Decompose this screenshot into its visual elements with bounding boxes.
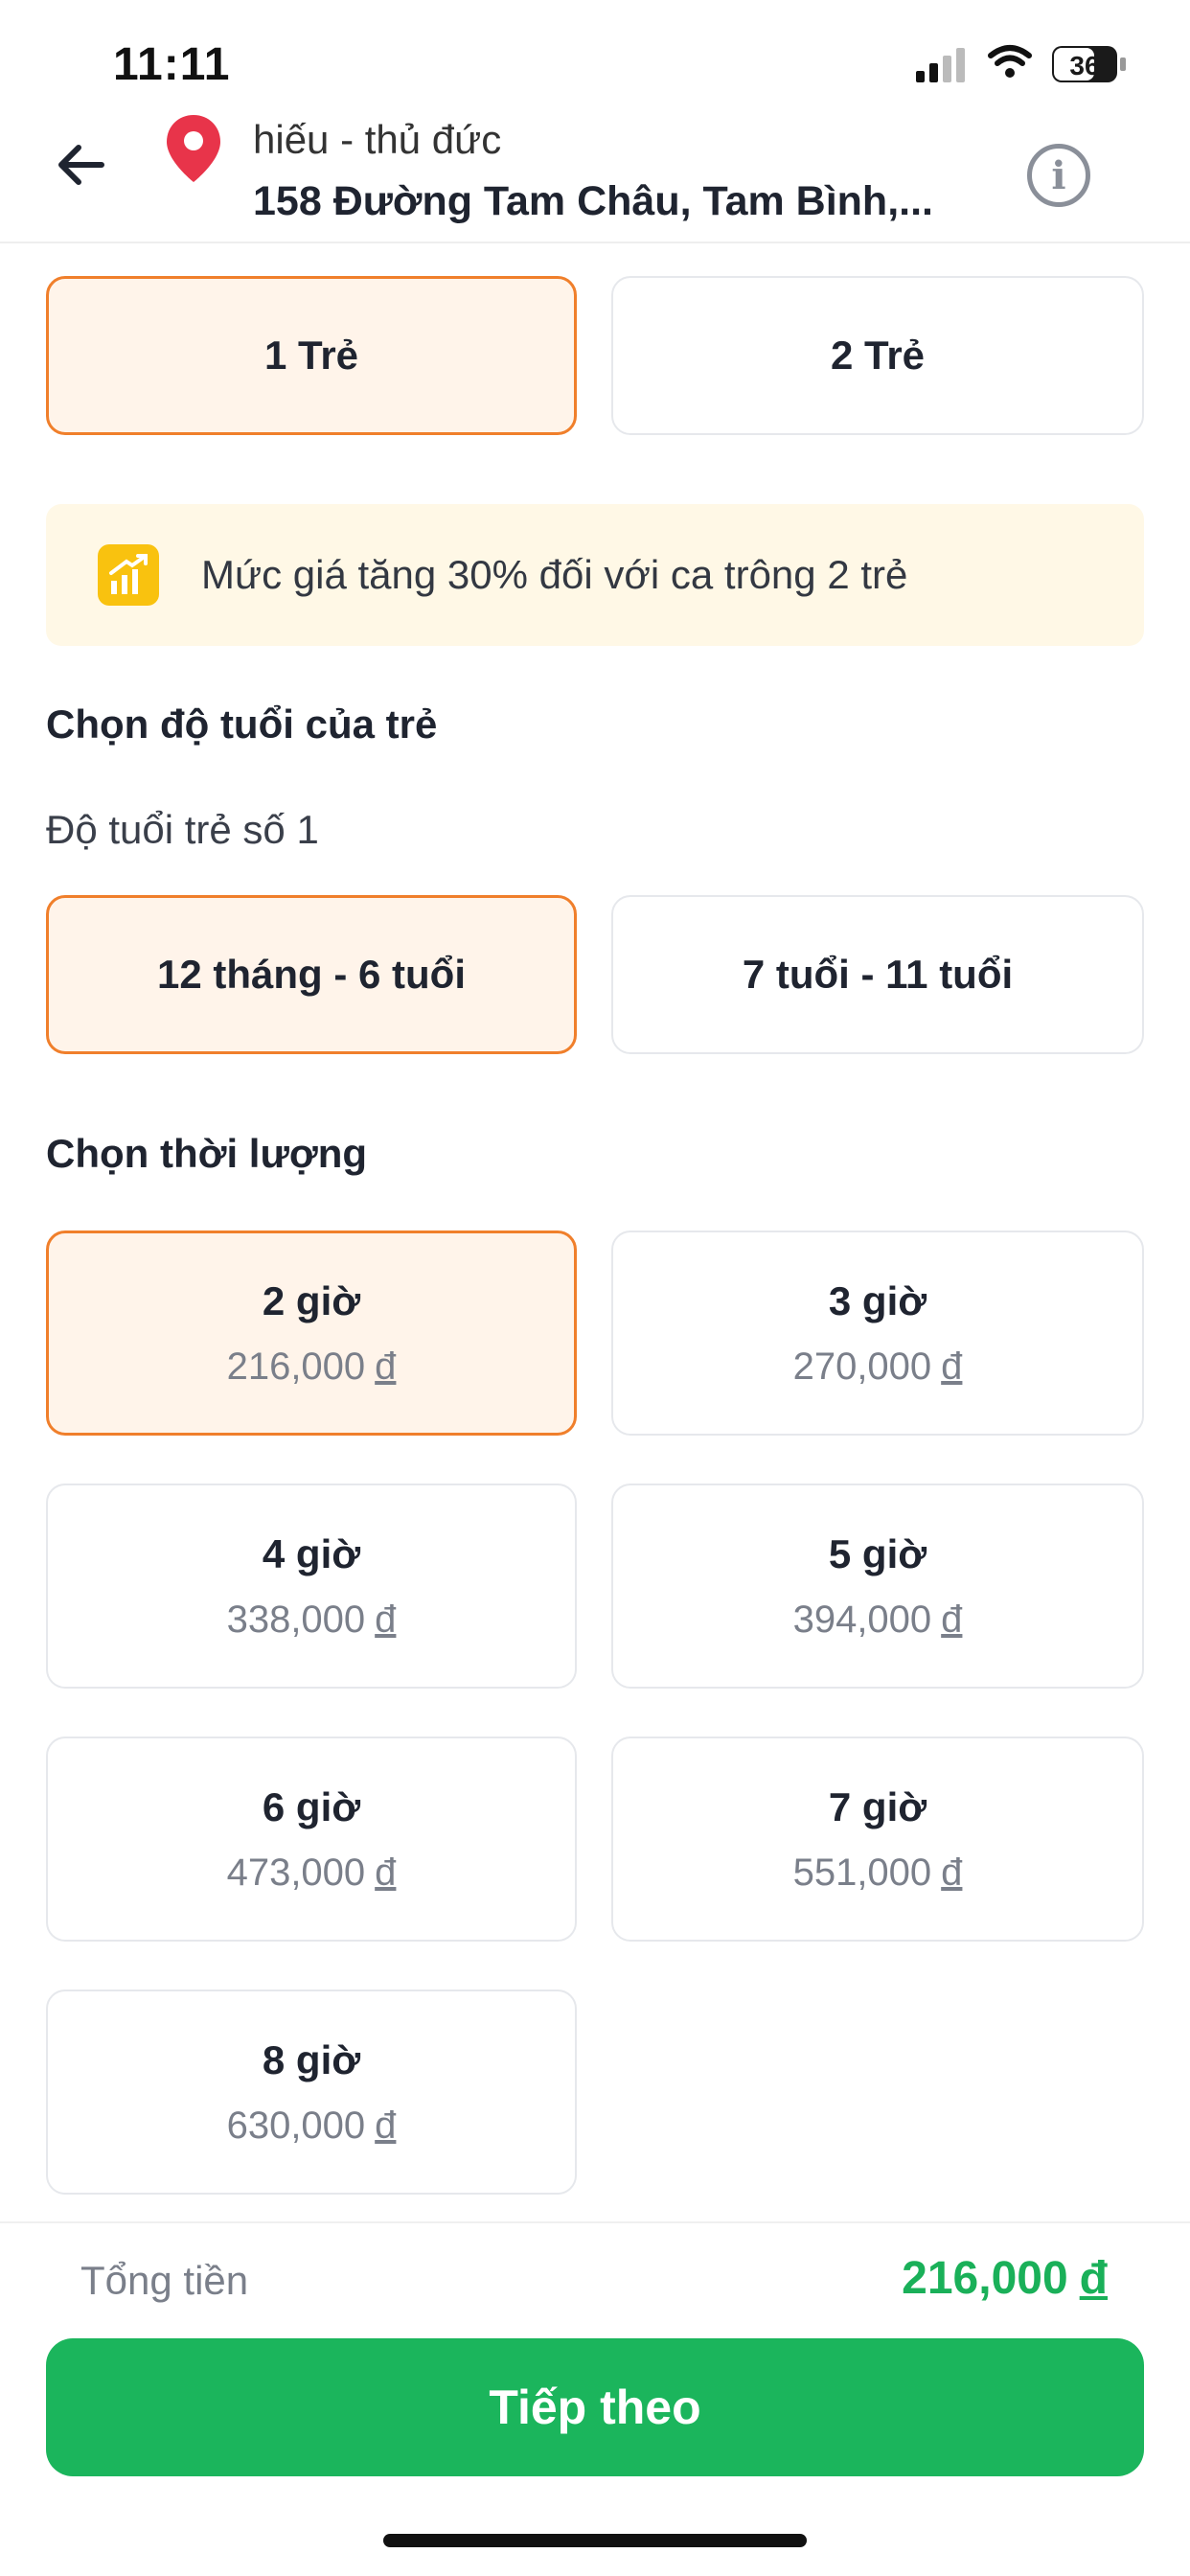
home-indicator <box>383 2534 807 2547</box>
info-icon[interactable]: i <box>1027 144 1090 207</box>
duration-option-6h[interactable]: 6 giờ 473,000 đ <box>46 1736 577 1942</box>
duration-section-title: Chọn thời lượng <box>46 1131 368 1176</box>
signal-wifi-battery-icon: 36 <box>916 45 1126 82</box>
duration-option-4h[interactable]: 4 giờ 338,000 đ <box>46 1484 577 1689</box>
next-button[interactable]: Tiếp theo <box>46 2338 1144 2476</box>
duration-option-8h[interactable]: 8 giờ 630,000 đ <box>46 1990 577 2195</box>
children-option-1[interactable]: 1 Trẻ <box>46 276 577 435</box>
total-label: Tổng tiền <box>80 2258 249 2303</box>
option-label: 12 tháng - 6 tuổi <box>156 952 466 997</box>
duration-label: 8 giờ <box>262 2036 361 2082</box>
duration-label: 4 giờ <box>262 1530 361 1576</box>
total-value: 216,000 đ <box>902 2253 1108 2304</box>
child-age-label: Độ tuổi trẻ số 1 <box>46 807 319 852</box>
notice-text: Mức giá tăng 30% đối với ca trông 2 trẻ <box>201 552 908 597</box>
chart-up-icon <box>98 544 159 606</box>
duration-option-2h[interactable]: 2 giờ 216,000 đ <box>46 1230 577 1436</box>
back-button[interactable] <box>50 134 111 196</box>
duration-option-3h[interactable]: 3 giờ 270,000 đ <box>611 1230 1144 1436</box>
duration-price: 630,000 đ <box>226 2104 397 2147</box>
age-option-1[interactable]: 12 tháng - 6 tuổi <box>46 895 577 1054</box>
children-option-2[interactable]: 2 Trẻ <box>611 276 1144 435</box>
arrow-left-icon <box>58 145 104 185</box>
duration-price: 473,000 đ <box>226 1851 397 1894</box>
address-line[interactable]: 158 Đường Tam Châu, Tam Bình,... <box>253 178 981 225</box>
duration-option-5h[interactable]: 5 giờ 394,000 đ <box>611 1484 1144 1689</box>
status-time: 11:11 <box>113 39 231 90</box>
duration-label: 6 giờ <box>262 1783 361 1829</box>
duration-label: 5 giờ <box>828 1530 927 1576</box>
age-option-2[interactable]: 7 tuổi - 11 tuổi <box>611 895 1144 1054</box>
duration-price: 551,000 đ <box>792 1851 963 1894</box>
option-label: 2 Trẻ <box>830 333 926 378</box>
battery-level: 36 <box>1069 51 1099 80</box>
age-section-title: Chọn độ tuổi của trẻ <box>46 702 438 747</box>
location-pin-icon <box>165 113 222 184</box>
duration-price: 394,000 đ <box>792 1598 963 1641</box>
option-label: 7 tuổi - 11 tuổi <box>742 952 1014 997</box>
duration-price: 216,000 đ <box>226 1345 397 1388</box>
duration-label: 2 giờ <box>262 1277 361 1323</box>
duration-label: 3 giờ <box>828 1277 927 1323</box>
duration-option-7h[interactable]: 7 giờ 551,000 đ <box>611 1736 1144 1942</box>
duration-label: 7 giờ <box>828 1783 927 1829</box>
status-icons: 36 <box>910 42 1131 86</box>
duration-price: 338,000 đ <box>226 1598 397 1641</box>
duration-price: 270,000 đ <box>792 1345 963 1388</box>
contact-name[interactable]: hiếu - thủ đức <box>253 117 501 163</box>
option-label: 1 Trẻ <box>263 333 359 378</box>
